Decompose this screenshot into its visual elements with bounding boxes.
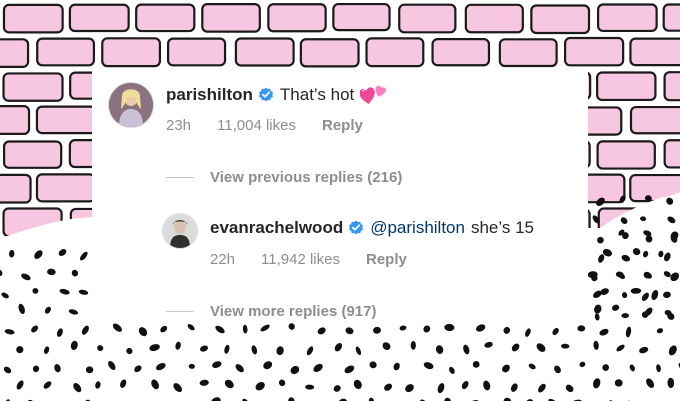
comment-meta: 23h 11,004 likes Reply: [166, 117, 389, 134]
comment-meta: 22h 11,942 likes Reply: [210, 251, 433, 268]
view-previous-replies-button[interactable]: View previous replies (216): [166, 169, 402, 186]
avatar-photo-icon: [109, 83, 153, 127]
view-more-replies-button[interactable]: View more replies (917): [166, 303, 376, 320]
comment-thread-card: parishilton That’s hot 23h 11,004 likes Re…: [92, 70, 588, 322]
avatar-photo-icon: [163, 214, 197, 248]
avatar-evanrachelwood[interactable]: [162, 213, 198, 249]
comment-text: she’s 15: [470, 218, 534, 237]
avatar-parishilton[interactable]: [108, 82, 154, 128]
view-more-replies-label: View more replies (917): [210, 303, 377, 320]
comment-time: 23h: [166, 117, 192, 134]
verified-badge-icon: [258, 87, 274, 103]
polka-dot: [619, 195, 626, 204]
polka-dot: [410, 341, 416, 350]
like-count[interactable]: 11,942 likes: [261, 251, 340, 268]
reply-button[interactable]: Reply: [322, 117, 363, 134]
mention-link[interactable]: @parishilton: [370, 218, 465, 238]
reply-thread-line: [166, 177, 194, 178]
two-hearts-icon: [360, 84, 388, 106]
like-count[interactable]: 11,004 likes: [217, 117, 296, 134]
polka-dot: [596, 197, 605, 206]
reply-thread-line: [166, 311, 194, 312]
polka-dot: [577, 325, 586, 332]
view-previous-replies-label: View previous replies (216): [210, 169, 403, 186]
verified-badge-icon: [348, 220, 364, 236]
comment-text: That’s hot: [279, 85, 355, 104]
reply-button[interactable]: Reply: [366, 251, 407, 268]
comment-time: 22h: [210, 251, 236, 268]
username[interactable]: parishilton: [166, 85, 253, 105]
polka-dot: [592, 215, 600, 224]
username[interactable]: evanrachelwood: [210, 218, 343, 238]
